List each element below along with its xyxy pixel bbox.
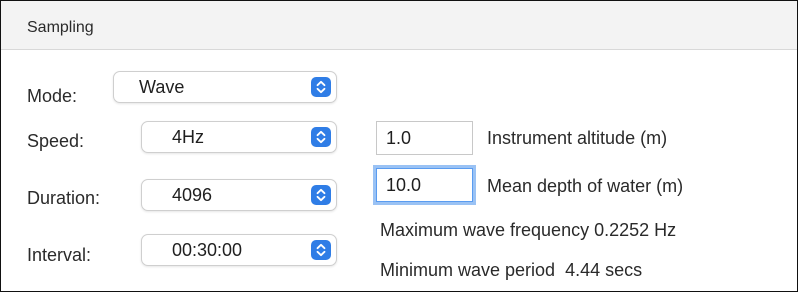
section-title: Sampling xyxy=(27,19,94,36)
mean-depth-input[interactable] xyxy=(376,168,473,202)
mode-label: Mode: xyxy=(27,86,78,106)
up-down-chevron-icon xyxy=(311,77,331,97)
instrument-altitude-input[interactable] xyxy=(376,121,473,155)
mode-select[interactable]: Wave xyxy=(113,71,337,103)
duration-label: Duration: xyxy=(27,188,101,208)
mean-depth-label: Mean depth of water (m) xyxy=(487,176,684,196)
up-down-chevron-icon xyxy=(311,185,331,205)
min-wave-period-text: Minimum wave period 4.44 secs xyxy=(380,260,643,280)
duration-value: 4096 xyxy=(172,185,213,205)
speed-select[interactable]: 4Hz xyxy=(141,121,337,153)
panel-header: Sampling xyxy=(1,1,797,50)
instrument-altitude-label: Instrument altitude (m) xyxy=(487,128,668,148)
speed-value: 4Hz xyxy=(172,127,205,147)
speed-label: Speed: xyxy=(27,131,85,151)
duration-select[interactable]: 4096 xyxy=(141,179,337,211)
interval-label: Interval: xyxy=(27,245,92,265)
up-down-chevron-icon xyxy=(311,127,331,147)
interval-value: 00:30:00 xyxy=(172,240,243,260)
max-wave-frequency-text: Maximum wave frequency 0.2252 Hz xyxy=(380,220,677,240)
mode-value: Wave xyxy=(139,77,185,97)
up-down-chevron-icon xyxy=(311,240,331,260)
sampling-panel: Sampling Mode: Wave Speed: 4Hz Duration:… xyxy=(0,0,798,292)
interval-select[interactable]: 00:30:00 xyxy=(141,234,337,266)
